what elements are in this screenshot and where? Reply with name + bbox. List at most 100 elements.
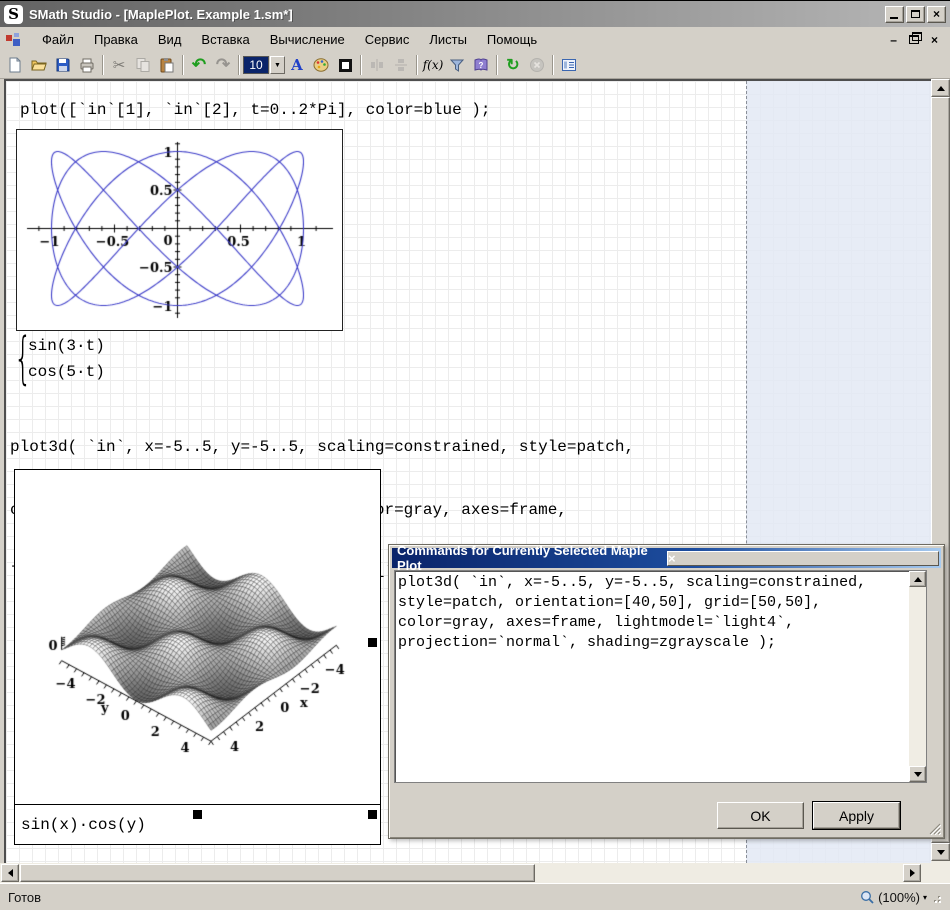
selection-handle-bottom-right[interactable]: [368, 810, 377, 819]
minimize-icon: [890, 17, 898, 19]
menu-bar: Файл Правка Вид Вставка Вычисление Серви…: [0, 27, 950, 52]
menu-file[interactable]: Файл: [32, 29, 84, 50]
arrow-down-icon: [937, 850, 945, 855]
insert-function-button[interactable]: f(x): [421, 54, 445, 77]
apply-button[interactable]: Apply: [813, 802, 900, 829]
system-brace: {: [14, 331, 23, 387]
scroll-right-button[interactable]: [903, 864, 921, 882]
system-line: sin(3·t): [28, 333, 105, 359]
minimize-button[interactable]: [885, 6, 904, 23]
system-definition[interactable]: { sin(3·t) cos(5·t): [14, 331, 105, 387]
undo-icon: ↶: [192, 55, 206, 75]
window-resize-grip-icon: [930, 892, 942, 904]
menu-edit[interactable]: Правка: [84, 29, 148, 50]
paste-button[interactable]: [155, 54, 179, 77]
horizontal-scrollbar[interactable]: [0, 863, 922, 883]
menu-sheets[interactable]: Листы: [419, 29, 477, 50]
scroll-up-button[interactable]: [909, 571, 926, 587]
save-button[interactable]: [51, 54, 75, 77]
align-horizontal-button: [365, 54, 389, 77]
close-icon: ×: [933, 8, 940, 20]
arrow-left-icon: [8, 869, 13, 877]
commands-textarea[interactable]: plot3d( `in`, x=-5..5, y=-5..5, scaling=…: [398, 573, 906, 780]
zoom-level[interactable]: (100%): [878, 890, 920, 905]
font-color-icon: A: [291, 56, 303, 74]
font-size-input[interactable]: 10: [243, 56, 269, 74]
print-button[interactable]: [75, 54, 99, 77]
font-color-button[interactable]: A: [285, 54, 309, 77]
arrow-down-icon: [914, 772, 922, 777]
stop-icon: [529, 57, 545, 73]
toolbar-separator: [360, 55, 362, 75]
refresh-icon: ↻: [506, 55, 519, 75]
lissajous-plot: [17, 130, 342, 330]
magnifier-icon: [860, 890, 875, 905]
background-color-button[interactable]: [309, 54, 333, 77]
zoom-dropdown-icon[interactable]: ▾: [923, 893, 927, 902]
mdi-close-icon[interactable]: ×: [931, 33, 938, 47]
menu-calculation[interactable]: Вычисление: [260, 29, 355, 50]
function-icon: f(x): [423, 58, 444, 72]
menu-tools[interactable]: Сервис: [355, 29, 420, 50]
mdi-minimize-icon[interactable]: –: [890, 33, 897, 47]
horizontal-scroll-thumb[interactable]: [20, 864, 535, 882]
save-floppy-icon: [55, 57, 71, 73]
borders-button[interactable]: [333, 54, 357, 77]
scroll-up-button[interactable]: [931, 79, 950, 97]
scroll-down-button[interactable]: [909, 766, 926, 782]
toolbar-separator: [496, 55, 498, 75]
window-title: SMath Studio - [MaplePlot. Example 1.sm*…: [29, 7, 885, 22]
toolbar-separator: [102, 55, 104, 75]
options-list-icon: [561, 57, 577, 73]
menu-view[interactable]: Вид: [148, 29, 192, 50]
title-bar[interactable]: S SMath Studio - [MaplePlot. Example 1.s…: [0, 1, 950, 27]
plot3d-region[interactable]: sin(x)·cos(y): [14, 469, 381, 845]
maximize-button[interactable]: [906, 6, 925, 23]
toolbar-separator: [182, 55, 184, 75]
zoom-control[interactable]: (100%) ▾: [860, 890, 942, 905]
scissors-icon: ✂: [113, 58, 126, 73]
resize-grip[interactable]: [928, 822, 941, 835]
smath-studio-window: S SMath Studio - [MaplePlot. Example 1.s…: [0, 0, 950, 910]
document-icon: [6, 33, 22, 47]
menu-insert[interactable]: Вставка: [191, 29, 259, 50]
close-button[interactable]: ×: [927, 6, 946, 23]
arrow-up-icon: [937, 86, 945, 91]
selection-handle-right[interactable]: [368, 638, 377, 647]
ok-button[interactable]: OK: [717, 802, 804, 829]
copy-button: [131, 54, 155, 77]
menu-help[interactable]: Помощь: [477, 29, 547, 50]
help-book-icon: ?: [473, 57, 489, 73]
new-file-button[interactable]: [3, 54, 27, 77]
status-ready: Готов: [8, 890, 41, 905]
arrow-right-icon: [910, 869, 915, 877]
mdi-restore-icon[interactable]: [909, 35, 919, 44]
dialog-title-bar[interactable]: Commands for Currently Selected Maple Pl…: [392, 548, 941, 568]
filter-button[interactable]: [445, 54, 469, 77]
font-size-dropdown-button[interactable]: ▼: [270, 56, 285, 74]
plot3d-code-line: plot3d( `in`, x=-5..5, y=-5..5, scaling=…: [10, 437, 634, 458]
options-button[interactable]: [557, 54, 581, 77]
scroll-left-button[interactable]: [1, 864, 19, 882]
plot2d-command-text[interactable]: plot([`in`[1], `in`[2], t=0..2*Pi], colo…: [20, 101, 490, 119]
cut-button: ✂: [107, 54, 131, 77]
commands-textarea-wrap: plot3d( `in`, x=-5..5, y=-5..5, scaling=…: [394, 570, 927, 783]
align-vertical-button: [389, 54, 413, 77]
reference-book-button[interactable]: ?: [469, 54, 493, 77]
scroll-down-button[interactable]: [931, 843, 950, 861]
align-horizontal-icon: [369, 57, 385, 73]
status-bar: Готов (100%) ▾: [0, 883, 950, 910]
redo-button: ↷: [211, 54, 235, 77]
scrollbar-corner: [922, 863, 950, 883]
selection-handle-bottom[interactable]: [193, 810, 202, 819]
recalculate-button[interactable]: ↻: [501, 54, 525, 77]
toolbar-separator: [552, 55, 554, 75]
dialog-close-button[interactable]: ×: [667, 551, 939, 566]
plot2d-region[interactable]: [16, 129, 343, 331]
undo-button[interactable]: ↶: [187, 54, 211, 77]
maximize-icon: [911, 10, 920, 18]
arrow-up-icon: [914, 577, 922, 582]
open-folder-icon: [31, 57, 47, 73]
open-file-button[interactable]: [27, 54, 51, 77]
dialog-scrollbar[interactable]: [909, 571, 926, 782]
